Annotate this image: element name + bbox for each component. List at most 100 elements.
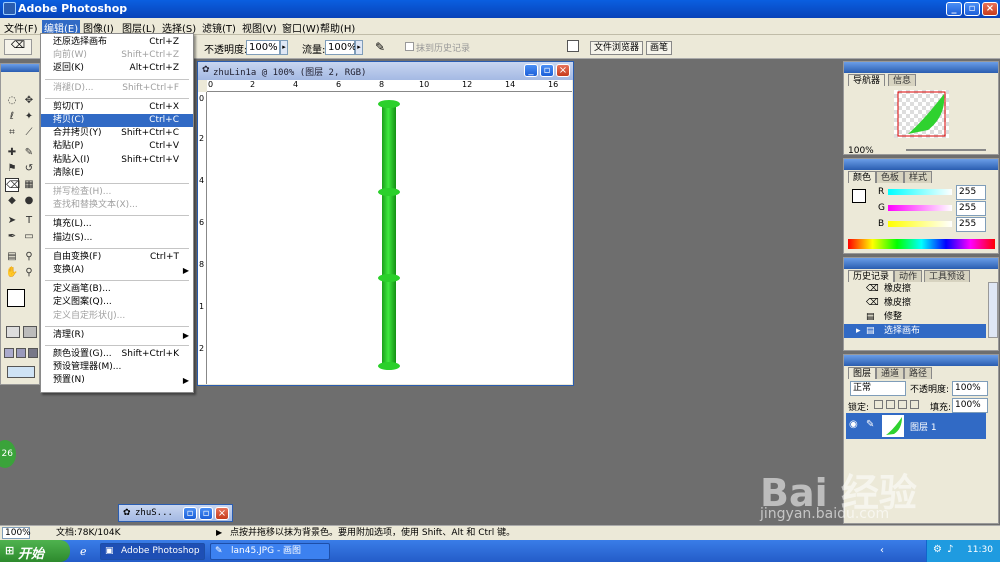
status-zoom[interactable]: 100% [2,527,31,539]
taskbar-item-paint[interactable]: ✎ lan45.JPG - 画图 [210,543,330,560]
edit-menu-item[interactable]: 颜色设置(G)... Shift+Ctrl+K [41,348,193,361]
menu-window[interactable]: 窗口(W) [282,20,320,35]
quicklaunch-ie-icon[interactable]: ℯ [80,545,87,558]
dodge-tool-icon[interactable]: ● [22,194,36,208]
restore-button[interactable]: ▫ [183,507,197,520]
tab-actions[interactable]: 动作 [894,270,923,282]
lock-all-icon[interactable] [910,400,919,409]
history-item-selected[interactable]: ▸ ▤ 选择画布 [844,324,986,338]
layer-opacity-input[interactable]: 100% [952,381,988,396]
edit-menu-item[interactable]: 描边(S)... [41,232,193,245]
doc-minimize-button[interactable]: _ [524,64,538,77]
eraser-tool-preset-icon[interactable]: ⌫ [4,39,32,55]
airbrush-icon[interactable]: ✎ [375,40,385,54]
history-scrollbar[interactable] [988,282,998,338]
history-item[interactable]: ⌫ 橡皮擦 [844,296,986,310]
tab-navigator[interactable]: 导航器 [848,74,886,86]
menu-filter[interactable]: 滤镜(T) [202,20,236,35]
tab-swatches[interactable]: 色板 [876,171,905,183]
gradient-tool-icon[interactable]: ▦ [22,178,36,192]
tab-paths[interactable]: 路径 [904,367,933,379]
edit-menu-item[interactable]: 定义画笔(B)... [41,283,193,296]
magic-wand-icon[interactable]: ✦ [22,110,36,124]
edit-menu-item[interactable]: 剪切(T) Ctrl+X [41,101,193,114]
tab-history[interactable]: 历史记录 [848,270,895,282]
edit-menu-item[interactable]: 自由变换(F) Ctrl+T [41,251,193,264]
lock-transparency-icon[interactable] [874,400,883,409]
canvas[interactable] [207,92,572,384]
history-item[interactable]: ▤ 修整 [844,310,986,324]
minimized-document-window[interactable]: ✿ zhuS... ▫ ▫ × [118,504,233,522]
palette-well-icon[interactable] [567,40,579,52]
edit-menu-item[interactable]: 填充(L)... [41,218,193,231]
close-button[interactable]: × [982,2,998,16]
clock[interactable]: 11:30 [967,545,993,555]
start-button[interactable]: ⊞ 开始 [0,540,70,562]
edit-menu-item[interactable]: 预设管理器(M)... [41,361,193,374]
tray-volume-icon[interactable]: ♪ [947,544,953,555]
doc-maximize-button[interactable]: ▫ [540,64,554,77]
screen-mode-standard-icon[interactable] [4,348,14,358]
tab-layers[interactable]: 图层 [848,367,877,379]
layer-brush-link-icon[interactable]: ✎ [866,419,874,430]
brush-tool-icon[interactable]: ✎ [22,146,36,160]
status-arrow-icon[interactable]: ▶ [216,526,222,540]
edit-menu-item[interactable]: 合并拷贝(Y) Shift+Ctrl+C [41,127,193,140]
edit-menu-item[interactable]: 返回(K) Alt+Ctrl+Z [41,62,193,75]
taskbar-item-photoshop[interactable]: ▣ Adobe Photoshop [100,543,205,560]
channel-b-input[interactable]: 255 [956,217,986,232]
menu-view[interactable]: 视图(V) [242,20,277,35]
erase-history-checkbox[interactable] [405,42,414,51]
layer-row[interactable]: ◉ ✎ 图层 1 [846,413,986,439]
fill-input[interactable]: 100% [952,398,988,413]
zoom-slider[interactable] [906,149,986,151]
slice-tool-icon[interactable]: ⟋ [22,126,36,140]
lasso-tool-icon[interactable]: ℓ [5,110,19,124]
fg-swatch[interactable] [852,189,866,203]
edit-menu-item[interactable]: 粘贴(P) Ctrl+V [41,140,193,153]
channel-b-slider[interactable] [888,221,952,227]
type-tool-icon[interactable]: T [22,214,36,228]
edit-menu-item[interactable]: 还原选择画布 Ctrl+Z [41,36,193,49]
move-tool-icon[interactable]: ✥ [22,94,36,108]
maximize-button[interactable]: ▫ [964,2,980,16]
shape-tool-icon[interactable]: ▭ [22,230,36,244]
brushes-tab[interactable]: 画笔 [646,41,673,55]
history-brush-icon[interactable]: ↺ [22,162,36,176]
standard-mode-icon[interactable] [6,326,20,338]
layer-visibility-eye-icon[interactable]: ◉ [849,419,858,430]
tab-channels[interactable]: 通道 [876,367,905,379]
navigator-zoom[interactable]: 100% [848,146,874,156]
path-select-icon[interactable]: ➤ [5,214,19,228]
zoom-tool-icon[interactable]: ⚲ [22,266,36,280]
edit-menu-item[interactable]: 变换(A) ▶ [41,264,193,277]
lock-position-icon[interactable] [898,400,907,409]
opacity-arrow-icon[interactable]: ▸ [280,40,288,55]
menu-help[interactable]: 帮助(H) [320,20,355,35]
healing-brush-icon[interactable]: ✚ [5,146,19,160]
edit-menu-item[interactable]: 清理(R) ▶ [41,329,193,342]
hand-tool-icon[interactable]: ✋ [5,266,19,280]
menu-file[interactable]: 文件(F) [4,20,38,35]
channel-g-input[interactable]: 255 [956,201,986,216]
marquee-tool-icon[interactable]: ◌ [5,94,19,108]
edit-menu-item[interactable]: 清除(E) [41,167,193,180]
floating-badge[interactable]: 26 [0,440,16,468]
tab-color[interactable]: 颜色 [848,171,877,183]
screen-mode-full-menu-icon[interactable] [16,348,26,358]
doc-close-button[interactable]: × [556,64,570,77]
document-titlebar[interactable]: ✿ zhuLin1a @ 100% (图层 2, RGB) _ ▫ × [198,62,573,80]
quickmask-mode-icon[interactable] [23,326,37,338]
tab-tool-presets[interactable]: 工具预设 [924,270,971,282]
lock-pixels-icon[interactable] [886,400,895,409]
tray-expand-icon[interactable]: ‹ [880,545,884,556]
maximize-button[interactable]: ▫ [199,507,213,520]
flow-arrow-icon[interactable]: ▸ [355,40,363,55]
eyedropper-icon[interactable]: ⚲ [22,250,36,264]
edit-menu-item[interactable]: 定义图案(Q)... [41,296,193,309]
blend-mode-select[interactable]: 正常 [850,381,906,396]
edit-menu-item[interactable]: 粘贴入(I) Shift+Ctrl+V [41,154,193,167]
channel-r-slider[interactable] [888,189,952,195]
channel-r-input[interactable]: 255 [956,185,986,200]
flow-input[interactable]: 100% [325,40,357,55]
